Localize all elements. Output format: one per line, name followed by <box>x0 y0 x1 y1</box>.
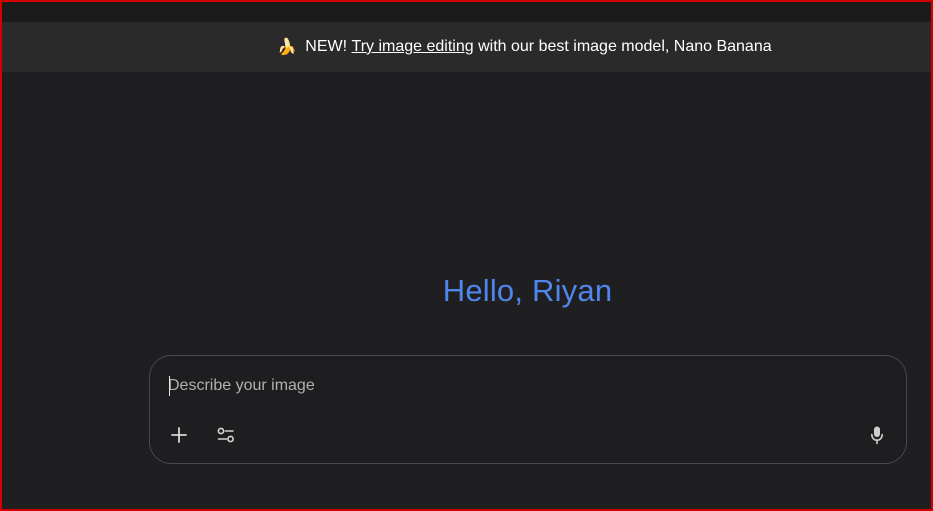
tools-button[interactable] <box>211 420 241 450</box>
add-button[interactable] <box>164 420 194 450</box>
app-window: 🍌 NEW! Try image editing with our best i… <box>0 0 933 511</box>
try-image-editing-link[interactable]: Try image editing <box>352 38 474 56</box>
banana-icon: 🍌 <box>277 39 298 56</box>
mic-icon <box>871 426 883 445</box>
announcement-banner: 🍌 NEW! Try image editing with our best i… <box>2 22 931 72</box>
banner-suffix: with our best image model, Nano Banana <box>478 38 772 55</box>
voice-input-button[interactable] <box>862 420 892 450</box>
greeting-title: Hello, Riyan <box>442 273 613 308</box>
banner-prefix: NEW! <box>305 38 348 55</box>
plus-icon <box>171 427 187 443</box>
prompt-box <box>149 355 907 464</box>
prompt-input[interactable] <box>168 374 848 398</box>
text-caret <box>169 376 170 396</box>
top-strip <box>2 2 931 22</box>
tune-icon <box>217 427 234 443</box>
